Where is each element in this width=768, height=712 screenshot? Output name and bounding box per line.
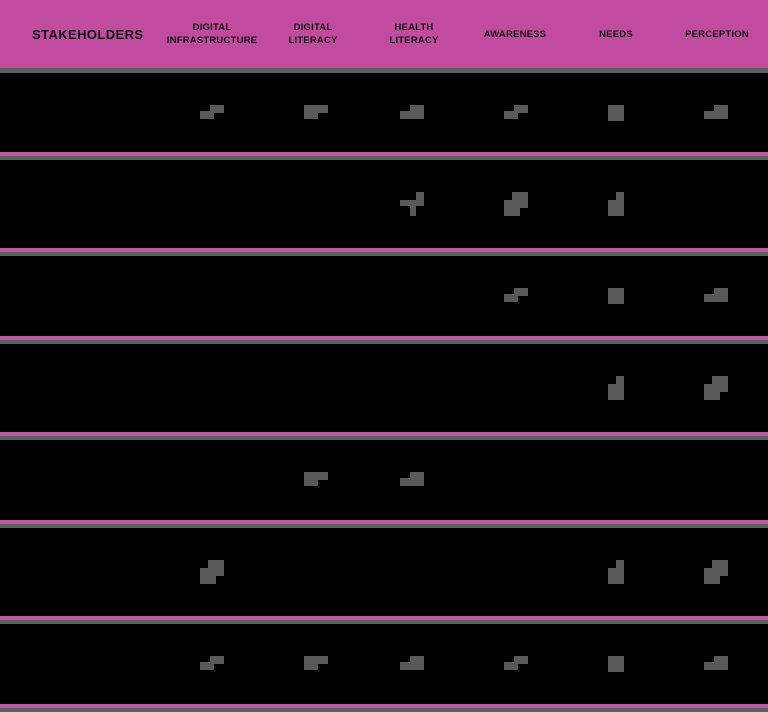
stair-icon [200,652,224,676]
row-separator [0,152,768,160]
step-up-icon [704,284,728,308]
step-up-icon [400,468,424,492]
row-separator [0,704,768,712]
stair-icon [504,284,528,308]
step-down-icon [304,101,328,125]
step-up-icon [704,101,728,125]
tall-step-icon [604,192,628,216]
step-down-icon [304,652,328,676]
row-separator [0,520,768,528]
stair-icon [504,101,528,125]
table-row [0,624,768,704]
square-icon [604,284,628,308]
step-down-icon [304,468,328,492]
corner-square-icon [704,560,728,584]
table-row [0,73,768,152]
table-row [0,528,768,616]
column-header-health-literacy: HEALTH LITERACY [389,22,439,46]
column-header-needs: NEEDS [599,28,633,40]
row-separator [0,248,768,256]
corner-square-icon [504,192,528,216]
table-row [0,256,768,336]
tall-step-icon [604,376,628,400]
row-separator [0,432,768,440]
stair-icon [200,101,224,125]
row-separator [0,616,768,624]
column-header-stakeholders: STAKEHOLDERS [32,26,144,42]
column-header-digital-infrastructure: DIGITAL INFRASTRUCTURE [166,22,258,46]
table-row [0,344,768,432]
table-row [0,440,768,520]
table-row [0,160,768,248]
column-header-awareness: AWARENESS [483,28,547,40]
row-separator [0,336,768,344]
step-up-icon [400,652,424,676]
cross-step-icon [400,192,424,216]
tall-step-icon [604,560,628,584]
square-icon [604,101,628,125]
step-up-icon [704,652,728,676]
corner-square-icon [704,376,728,400]
column-header-digital-literacy: DIGITAL LITERACY [288,22,338,46]
step-up-icon [400,101,424,125]
column-header-perception: PERCEPTION [685,28,749,40]
corner-square-icon [200,560,224,584]
square-icon [604,652,628,676]
stair-icon [504,652,528,676]
